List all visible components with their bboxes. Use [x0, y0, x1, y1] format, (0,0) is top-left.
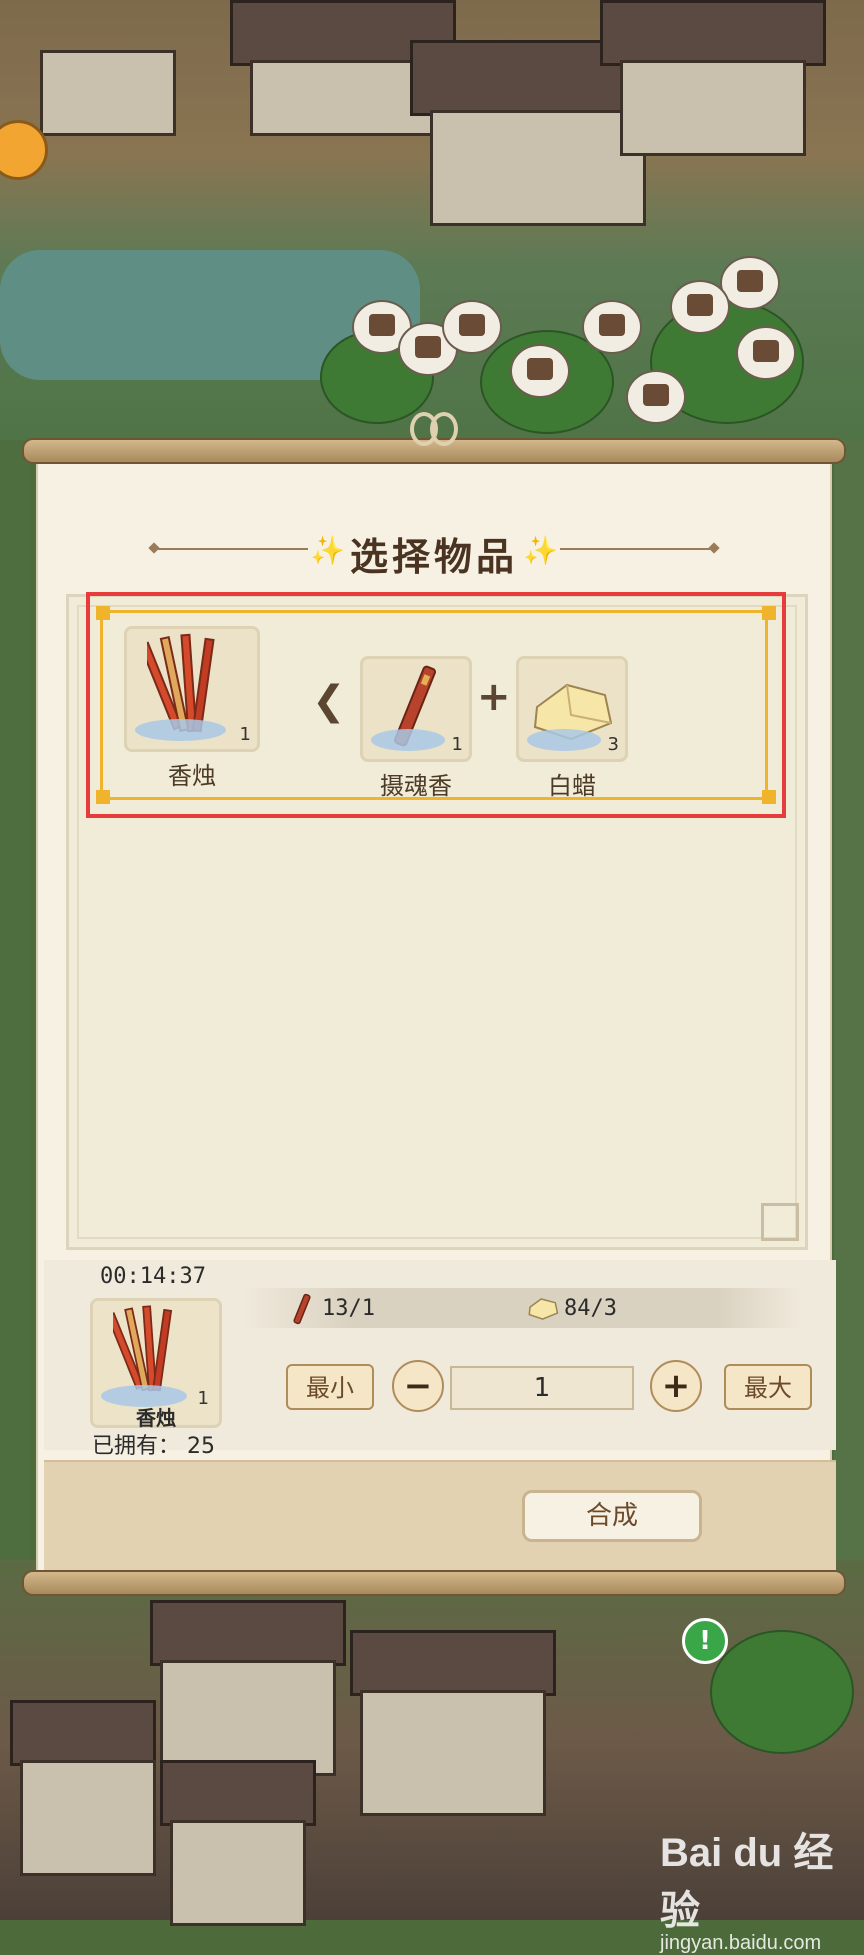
- dialog-footer: [44, 1460, 836, 1576]
- building[interactable]: [360, 1690, 546, 1816]
- item-name: 香烛: [136, 1406, 176, 1430]
- building-roof: [10, 1700, 156, 1766]
- plus-icon: +: [477, 674, 511, 720]
- building[interactable]: [160, 1660, 336, 1776]
- building[interactable]: [620, 60, 806, 156]
- building[interactable]: [170, 1820, 306, 1926]
- quest-alert-icon[interactable]: !: [682, 1618, 728, 1664]
- craft-timer: 00:14:37: [100, 1264, 206, 1289]
- frame-corner: [96, 790, 110, 804]
- knot-loop: [430, 412, 458, 446]
- ingredient-item[interactable]: 1 摄魂香: [360, 656, 472, 801]
- frame-corner: [762, 790, 776, 804]
- baidu-jingyan-watermark: Bai du 经验 jingyan.baidu.com: [660, 1831, 834, 1954]
- item-quantity: 1: [239, 724, 251, 745]
- item-glow: [135, 719, 226, 741]
- resource-bubble[interactable]: [736, 326, 796, 380]
- building[interactable]: [20, 1760, 156, 1876]
- frame-corner: [762, 606, 776, 620]
- item-slot: 1: [124, 626, 260, 752]
- building-roof: [350, 1630, 556, 1696]
- building[interactable]: [40, 50, 176, 136]
- frame-corner: [96, 606, 110, 620]
- item-quantity: 1: [451, 734, 463, 755]
- scene-left-edge: [0, 440, 30, 1560]
- knot-ornament-icon: [410, 408, 458, 458]
- scene-right-edge: [834, 440, 864, 1560]
- item-quantity: 3: [607, 734, 619, 755]
- dialog-header: ✨ 选择物品 ✨: [38, 520, 830, 580]
- fret-ornament-icon: [761, 1203, 799, 1241]
- building-roof: [150, 1600, 346, 1666]
- material-count: 13/1: [322, 1296, 375, 1321]
- building[interactable]: [430, 110, 646, 226]
- select-item-dialog: ✨ 选择物品 ✨ 1 香烛 ❮ 1 摄魂香 + 3 白蜡 00:14:37 1 …: [22, 412, 846, 1596]
- building[interactable]: [250, 60, 436, 136]
- building-roof: [600, 0, 826, 66]
- ingredient-item[interactable]: 3 白蜡: [516, 656, 628, 801]
- recipe-result-item[interactable]: 1 香烛: [124, 626, 260, 791]
- resource-bubble[interactable]: [626, 370, 686, 424]
- resource-bubble[interactable]: [582, 300, 642, 354]
- owned-count: 已拥有： 25: [92, 1434, 215, 1459]
- increase-quantity-button[interactable]: +: [650, 1360, 702, 1412]
- max-quantity-button[interactable]: 最大: [724, 1364, 812, 1410]
- min-quantity-button[interactable]: 最小: [286, 1364, 374, 1410]
- dialog-title: 选择物品: [349, 535, 518, 579]
- incense-stick-icon: [293, 1293, 311, 1325]
- scroll-rod-bottom: [22, 1570, 846, 1596]
- craft-result-slot: 1 香烛: [90, 1298, 222, 1430]
- item-name: 摄魂香: [380, 772, 452, 800]
- item-name: 香烛: [168, 762, 216, 790]
- resource-bubble[interactable]: [510, 344, 570, 398]
- resource-bubble[interactable]: [670, 280, 730, 334]
- decrease-quantity-button[interactable]: −: [392, 1360, 444, 1412]
- white-wax-icon: [528, 1298, 559, 1320]
- combine-arrow-icon: ❮: [312, 678, 346, 724]
- ornament-line: [560, 548, 710, 550]
- item-glow: [527, 729, 602, 751]
- tree: [710, 1630, 854, 1754]
- item-glow: [371, 729, 446, 751]
- item-slot: 1: [360, 656, 472, 762]
- craft-button[interactable]: 合成: [522, 1490, 702, 1542]
- resource-bubble[interactable]: [442, 300, 502, 354]
- building-roof: [160, 1760, 316, 1826]
- material-count: 84/3: [564, 1296, 617, 1321]
- item-name: 白蜡: [548, 772, 596, 800]
- recipe-entry[interactable]: 1 香烛 ❮ 1 摄魂香 + 3 白蜡: [92, 598, 780, 812]
- quantity-input[interactable]: 1: [450, 1366, 634, 1410]
- item-slot: 3: [516, 656, 628, 762]
- swirl-ornament-icon: ✨: [523, 534, 558, 567]
